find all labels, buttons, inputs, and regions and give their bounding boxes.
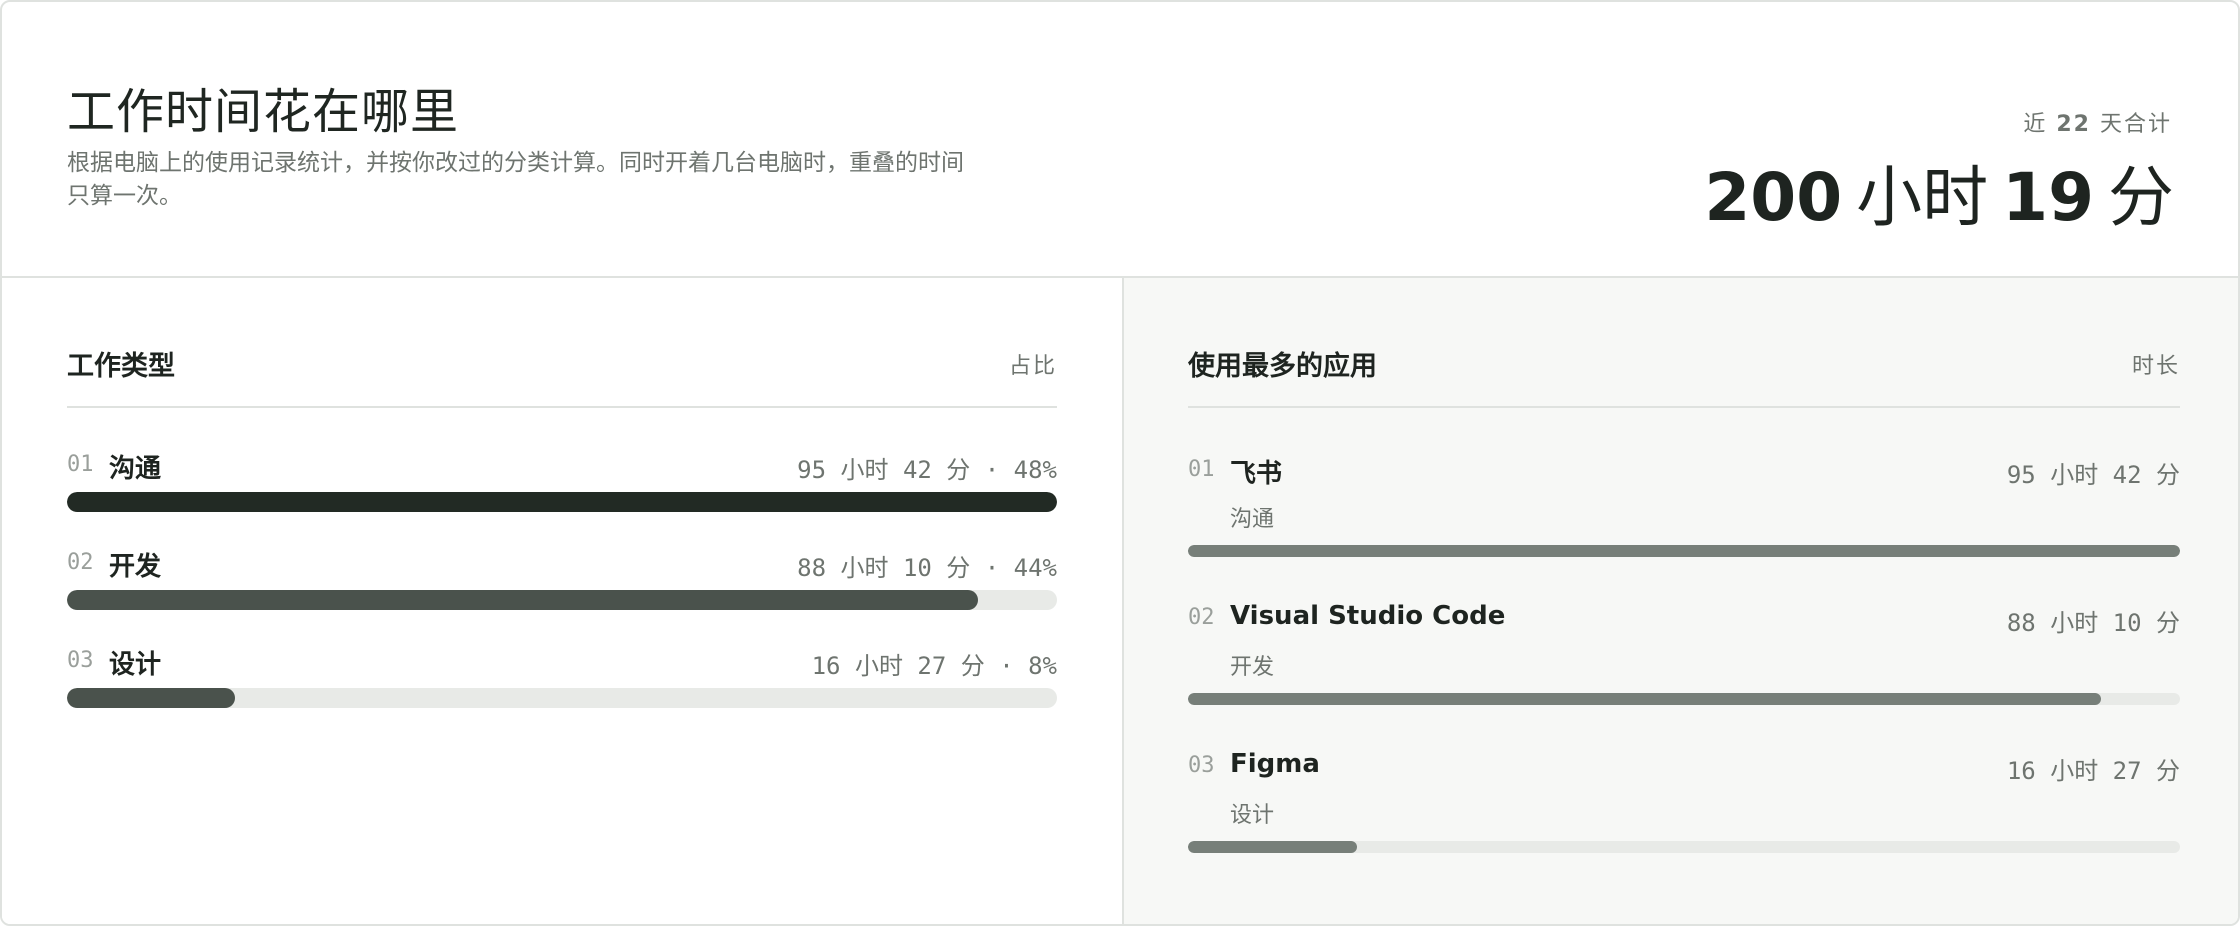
app-name: 飞书 — [1230, 459, 1283, 489]
total-duration: 200 小时 19 分 — [1704, 144, 2174, 240]
app-duration: 88 小时 10 分 — [2006, 609, 2180, 637]
app-duration: 95 小时 42 分 — [2006, 461, 2180, 489]
total-hours: 200 — [1704, 159, 1843, 236]
work-time-card: 工作时间花在哪里 根据电脑上的使用记录统计，并按你改过的分类计算。同时开着几台电… — [0, 0, 2240, 926]
total-minutes-unit: 分 — [2108, 159, 2174, 236]
total-period-label: 近 22 天合计 — [2023, 106, 2172, 138]
work-type-panel: 工作类型 占比 01 沟通 95 小时 42 分 · 48% 02 开发 88 小时 10… — [2, 278, 1122, 924]
app-category: 沟通 — [1230, 507, 1275, 532]
app-row: 01 飞书沟通 95 小时 42 分 — [1188, 449, 2180, 579]
work-type-bar-track — [67, 590, 1057, 610]
total-days: 22 — [2056, 112, 2091, 137]
work-type-bar-fill — [67, 590, 978, 610]
work-type-duration: 16 小时 27 分 · 8% — [811, 652, 1057, 680]
total-minutes: 19 — [2002, 159, 2094, 236]
app-name: Figma — [1230, 749, 1320, 779]
work-type-index: 03 — [67, 648, 94, 673]
app-bar-track — [1188, 841, 2180, 853]
work-type-name: 开发 — [109, 552, 162, 582]
work-type-row: 01 沟通 95 小时 42 分 · 48% — [67, 448, 1057, 512]
page-title: 工作时间花在哪里 — [67, 84, 460, 140]
work-type-row: 02 开发 88 小时 10 分 · 44% — [67, 546, 1057, 610]
app-bar-track — [1188, 693, 2180, 705]
top-apps-title: 使用最多的应用 — [1188, 351, 1377, 382]
page-subtitle: 根据电脑上的使用记录统计，并按你改过的分类计算。同时开着几台电脑时，重叠的时间只… — [67, 150, 964, 209]
work-type-bar-fill — [67, 492, 1057, 512]
top-apps-column-label: 时长 — [2131, 354, 2180, 379]
app-bar-fill — [1188, 693, 2101, 705]
app-name: Visual Studio Code — [1230, 601, 1506, 631]
total-hours-unit: 小时 — [1856, 159, 1989, 236]
app-index: 03 — [1188, 753, 1215, 778]
top-apps-panel: 使用最多的应用 时长 01 飞书沟通 95 小时 42 分 02 Visual Stud… — [1122, 278, 2238, 924]
work-type-bar-fill — [67, 688, 236, 708]
app-row: 03 Figma 设计 16 小时 27 分 — [1188, 745, 2180, 875]
work-type-bar-track — [67, 688, 1057, 708]
work-type-duration: 95 小时 42 分 · 48% — [797, 456, 1057, 484]
work-type-index: 02 — [67, 550, 94, 575]
app-index: 02 — [1188, 605, 1215, 630]
app-row: 02 Visual Studio Code 开发 88 小时 10 分 — [1188, 597, 2180, 727]
app-duration: 16 小时 27 分 — [2006, 757, 2180, 785]
work-type-duration: 88 小时 10 分 · 44% — [797, 554, 1057, 582]
app-category: 开发 — [1230, 655, 1275, 680]
app-bar-fill — [1188, 545, 2180, 557]
app-category: 设计 — [1230, 803, 1275, 828]
work-type-bar-track — [67, 492, 1057, 512]
work-type-name: 沟通 — [109, 454, 162, 484]
work-type-index: 01 — [67, 452, 94, 477]
top-apps-header: 使用最多的应用 时长 — [1188, 344, 2180, 408]
work-type-name: 设计 — [109, 650, 162, 680]
total-label-suffix: 天合计 — [2099, 112, 2172, 137]
app-index: 01 — [1188, 457, 1215, 482]
summary-header: 工作时间花在哪里 根据电脑上的使用记录统计，并按你改过的分类计算。同时开着几台电… — [2, 2, 2238, 278]
app-bar-fill — [1188, 841, 1357, 853]
work-type-column-label: 占比 — [1008, 354, 1057, 379]
work-type-row: 03 设计 16 小时 27 分 · 8% — [67, 644, 1057, 708]
total-label-prefix: 近 — [2023, 112, 2048, 137]
app-bar-track — [1188, 545, 2180, 557]
work-type-title: 工作类型 — [67, 351, 175, 382]
work-type-header: 工作类型 占比 — [67, 344, 1057, 408]
